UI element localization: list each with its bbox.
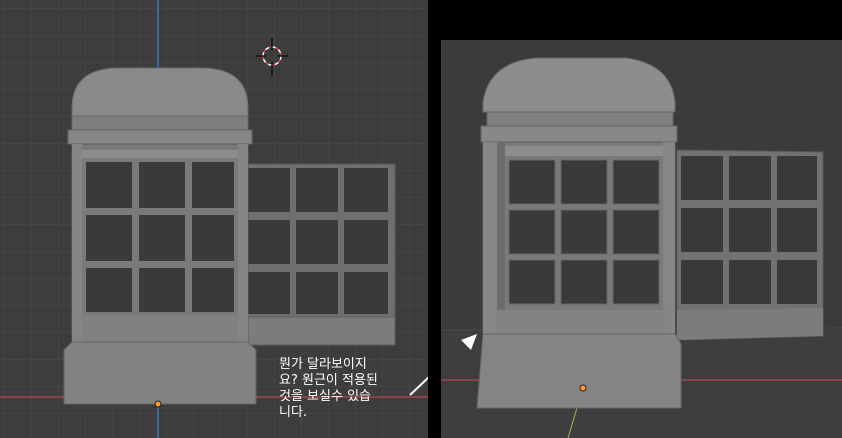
origin-dot-icon (154, 400, 162, 408)
window-wall (676, 149, 824, 341)
phone-booth (63, 67, 257, 405)
perspective-scene (441, 57, 842, 438)
ortho-viewport[interactable]: 뭔가 달라보이지 요? 원근이 적용된 것을 보실수 있습 니다. (0, 0, 428, 438)
origin-dot-icon (579, 384, 587, 392)
annotation-text: 뭔가 달라보이지 요? 원근이 적용된 것을 보실수 있습 니다. (279, 357, 378, 420)
window-wall (239, 163, 396, 346)
perspective-viewport[interactable] (441, 40, 842, 438)
phone-booth (476, 57, 682, 409)
